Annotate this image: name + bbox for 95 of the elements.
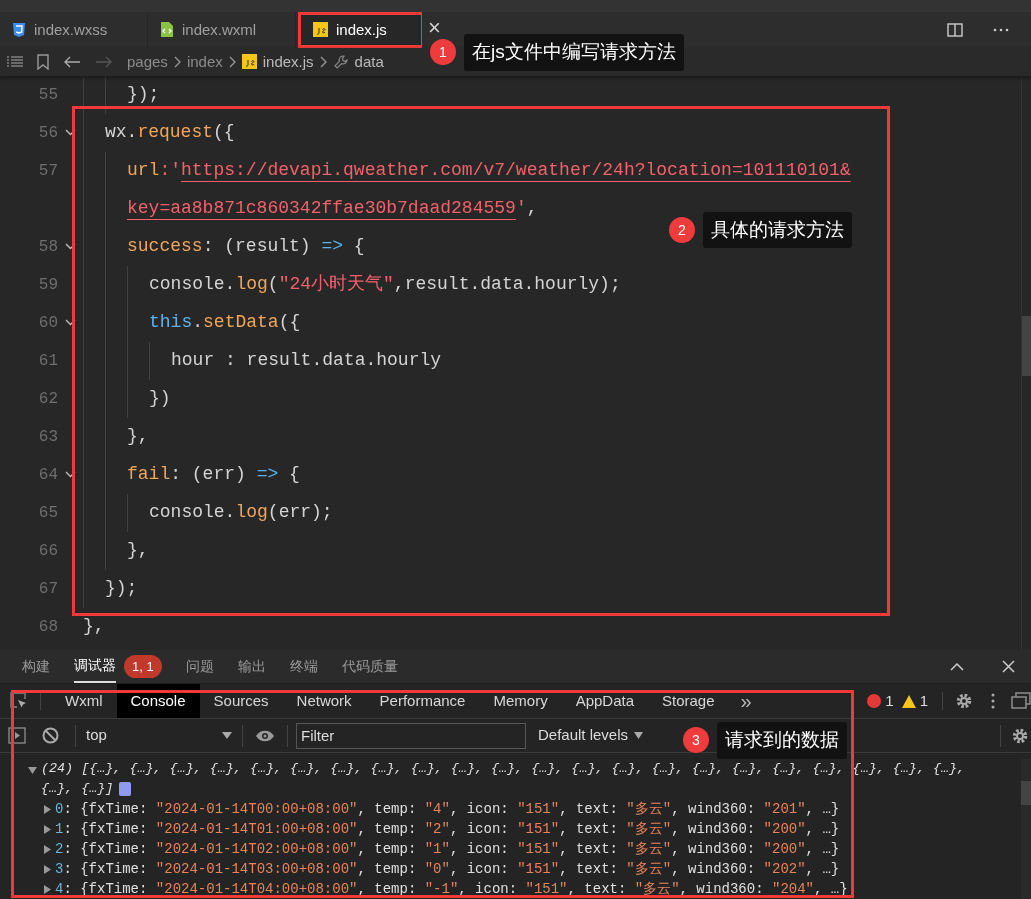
filter-field[interactable]: Filter <box>296 722 526 749</box>
code-line: key=aa8b871c860342ffae30b7daad284559', <box>127 197 538 221</box>
scrollbar-thumb[interactable] <box>1021 781 1031 805</box>
line-number: 58 <box>38 236 58 258</box>
annotation-tooltip: 具体的请求方法 <box>703 211 852 249</box>
undock-icon[interactable] <box>1011 692 1031 710</box>
split-editor-icon[interactable] <box>947 22 963 37</box>
inspect-icon[interactable] <box>10 692 28 710</box>
code-line: wx.request({ <box>105 121 235 145</box>
warning-count: 1 <box>919 690 928 711</box>
panel-tab[interactable]: 构建 <box>22 650 50 683</box>
chevron-right-icon <box>319 55 327 68</box>
line-number: 63 <box>38 426 58 448</box>
caret-down-icon <box>634 732 644 739</box>
breadcrumb-item[interactable]: pages <box>127 50 168 74</box>
close-button[interactable]: × <box>422 16 447 39</box>
line-number: 61 <box>38 350 58 372</box>
line-number: 57 <box>38 160 58 182</box>
line-number: 65 <box>38 502 58 524</box>
close-icon[interactable] <box>1002 660 1015 673</box>
error-count: 1 <box>885 690 894 711</box>
info-icon <box>119 782 132 796</box>
editor-tab[interactable]: index.js <box>298 11 422 48</box>
code-line: success: (result) => { <box>127 235 365 259</box>
panel-tab[interactable]: 终端 <box>289 650 318 683</box>
count-badge: 1, 1 <box>124 654 162 679</box>
line-number: 56 <box>38 122 58 144</box>
scrollbar-thumb[interactable] <box>1022 315 1031 376</box>
console-row-text: 1: {fxTime: "2024-01-14T01:00+08:00", temp: "2", icon: "151", text: "多云", wind360: "200", …} <box>55 820 840 839</box>
js-file-icon <box>241 54 257 70</box>
breadcrumb-item[interactable]: index.js <box>262 50 314 74</box>
bookmark-icon[interactable] <box>37 53 49 70</box>
code-line: }) <box>149 387 171 411</box>
more-tabs-button[interactable]: » <box>728 686 764 716</box>
code-line: console.log(err); <box>149 501 333 525</box>
breadcrumb-item[interactable]: data <box>354 50 384 74</box>
code-line: }, <box>83 615 105 639</box>
line-number: 67 <box>38 578 58 600</box>
console-row-text: 3: {fxTime: "2024-01-14T03:00+08:00", temp: "0", icon: "151", text: "多云", wind360: "202", …} <box>55 860 840 879</box>
wrench-icon <box>332 53 349 70</box>
devtools-tab[interactable]: Wxml <box>51 684 117 718</box>
more-icon[interactable] <box>993 27 1009 32</box>
caret-down-icon <box>222 732 232 739</box>
line-number: 66 <box>38 540 58 562</box>
line-number: 64 <box>38 464 58 486</box>
step-number-badge: 2 <box>669 217 695 244</box>
console-row-text: 0: {fxTime: "2024-01-14T00:00+08:00", temp: "4", icon: "151", text: "多云", wind360: "201", …} <box>55 800 840 819</box>
sidebar-toggle-icon[interactable] <box>8 727 26 744</box>
list-icon[interactable] <box>7 55 23 68</box>
annotation-tooltip: 在js文件中编写请求方法 <box>464 34 684 71</box>
code-line: this.setData({ <box>149 311 301 335</box>
settings-icon[interactable] <box>955 692 973 710</box>
code-line: hour : result.data.hourly <box>171 349 442 373</box>
devtools-tab[interactable]: Network <box>282 684 366 718</box>
warning-icon <box>901 694 916 708</box>
devtools-tab[interactable]: Sources <box>199 684 283 718</box>
caret-up-icon[interactable] <box>950 662 964 671</box>
code-line: }); <box>105 577 138 601</box>
panel-tab[interactable]: 问题 <box>185 650 214 683</box>
error-icon <box>867 694 882 708</box>
line-number: 59 <box>38 274 58 296</box>
array-summary: (24) [{…}, {…}, {…}, {…}, {…}, {…}, {…}, {…}, {…}, {…}, {…}, {…}, {…}, {…}, {…}, {…}, {…}, {…}, {…}, {…}, {…}, {…}, <box>41 760 966 778</box>
code-line: }); <box>127 83 160 107</box>
expand-triangle-icon[interactable] <box>28 767 37 774</box>
devtools-tab[interactable]: AppData <box>561 684 648 718</box>
annotation-tooltip: 请求到的数据 <box>717 722 847 759</box>
context-dropdown[interactable]: top <box>76 724 242 747</box>
line-number: 62 <box>38 388 58 410</box>
eye-icon[interactable] <box>255 729 275 742</box>
line-number: 60 <box>38 312 58 334</box>
console-row-text: 2: {fxTime: "2024-01-14T02:00+08:00", temp: "1", icon: "151", text: "多云", wind360: "200", …} <box>55 840 840 859</box>
array-summary: {…}, {…}] <box>41 780 114 798</box>
back-arrow-icon[interactable] <box>63 54 81 69</box>
css-file-icon <box>12 21 26 38</box>
line-number: 55 <box>38 84 58 106</box>
panel-tab[interactable]: 代码质量 <box>341 650 398 683</box>
code-line: }, <box>127 425 149 449</box>
code-line: url:'https://devapi.qweather.com/v7/weather/24h?location=101110101& <box>127 159 851 183</box>
levels-dropdown[interactable]: Default levels <box>538 724 644 747</box>
code-line: console.log("24小时天气",result.data.hourly); <box>149 273 621 297</box>
code-line: }, <box>127 539 149 563</box>
clear-console-icon[interactable] <box>42 727 59 744</box>
chevron-right-icon <box>228 55 236 68</box>
more-vertical-icon[interactable] <box>991 693 995 709</box>
devtools-tab[interactable]: Performance <box>365 684 480 718</box>
line-number: 68 <box>38 616 58 638</box>
breadcrumb-item[interactable]: index <box>186 50 223 74</box>
code-line: fail: (err) => { <box>127 463 300 487</box>
devtools-tab[interactable]: Storage <box>648 684 729 718</box>
file-code-icon <box>160 21 174 39</box>
devtools-tab[interactable]: Memory <box>479 684 562 718</box>
chevron-right-icon <box>173 55 181 68</box>
settings-icon[interactable] <box>1011 726 1029 745</box>
panel-tab[interactable]: 输出 <box>237 650 266 683</box>
js-file-icon <box>313 22 328 38</box>
